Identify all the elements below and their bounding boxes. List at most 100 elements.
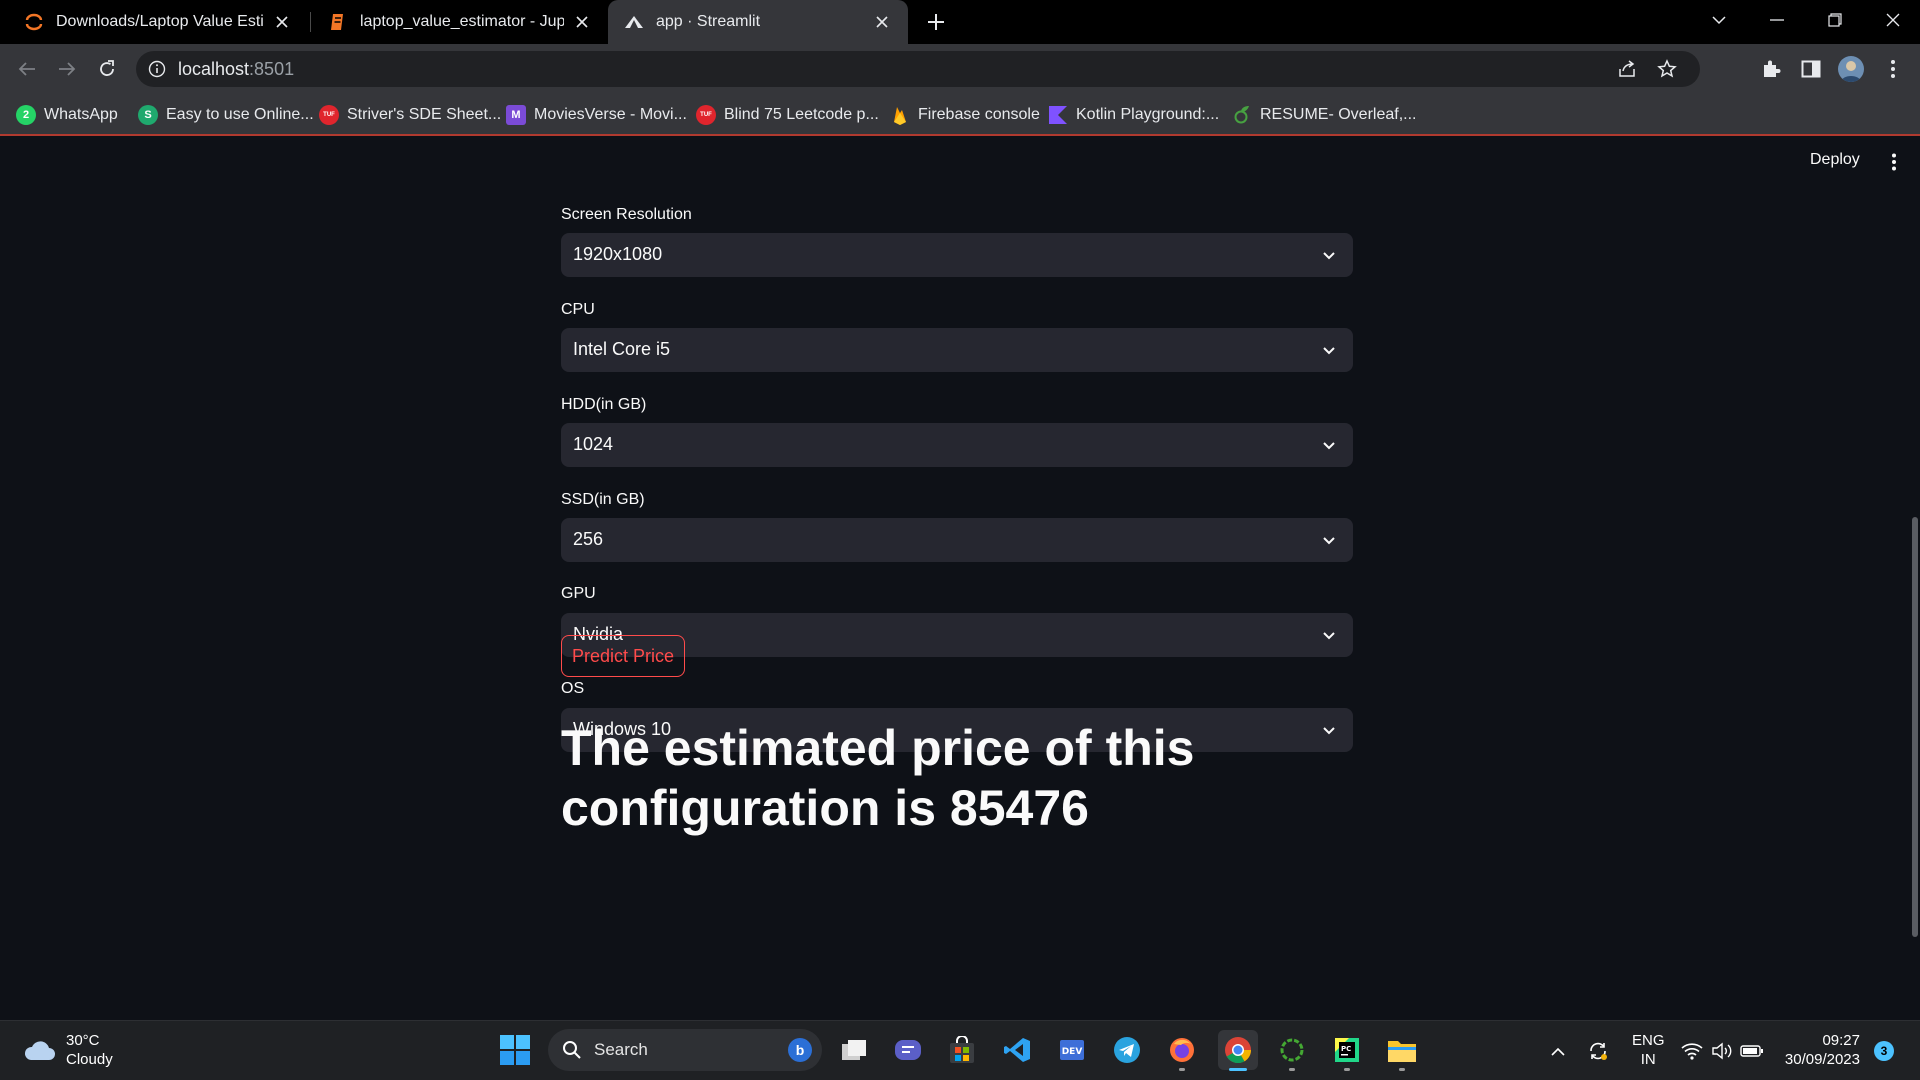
select-value: 256	[573, 529, 604, 549]
reload-icon	[100, 60, 114, 76]
cpu-select[interactable]: Intel Core i5	[561, 328, 1353, 372]
firefox-button[interactable]	[1162, 1030, 1202, 1071]
restore-icon	[1828, 13, 1842, 27]
search-icon	[563, 1041, 581, 1059]
bookmark-star-icon[interactable]	[1656, 58, 1678, 80]
teams-chat-button[interactable]	[888, 1030, 928, 1070]
show-hidden-icons-button[interactable]	[1546, 1039, 1570, 1063]
browser-toolbar: localhost:8501	[0, 44, 1920, 94]
close-tab-icon[interactable]	[572, 12, 592, 32]
bookmark-kotlin[interactable]: Kotlin Playground:...	[1048, 102, 1219, 128]
bookmark-label: MoviesVerse - Movi...	[534, 106, 687, 123]
estimated-price-heading: The estimated price of this configuratio…	[561, 718, 1461, 838]
restore-button[interactable]	[1806, 0, 1864, 40]
plus-icon	[928, 14, 944, 30]
taskbar-search[interactable]: Search b	[548, 1029, 822, 1071]
telegram-button[interactable]	[1107, 1030, 1147, 1070]
share-icon[interactable]	[1616, 58, 1638, 80]
sync-status-icon[interactable]	[1586, 1039, 1610, 1063]
bookmark-label: RESUME- Overleaf,...	[1260, 106, 1417, 123]
bookmark-whatsapp[interactable]: 2 WhatsApp	[16, 102, 118, 128]
bookmark-firebase[interactable]: Firebase console	[890, 102, 1040, 128]
chrome-button[interactable]	[1218, 1030, 1258, 1071]
close-icon	[1886, 13, 1900, 27]
tab-streamlit[interactable]: app · Streamlit	[608, 0, 908, 44]
bookmark-easy-to-use[interactable]: S Easy to use Online...	[138, 102, 314, 128]
anaconda-button[interactable]	[1272, 1030, 1312, 1071]
file-explorer-button[interactable]	[1382, 1030, 1422, 1071]
bookmark-moviesverse[interactable]: M MoviesVerse - Movi...	[506, 102, 687, 128]
anaconda-icon	[1280, 1038, 1304, 1062]
bookmark-overleaf[interactable]: RESUME- Overleaf,...	[1232, 102, 1416, 128]
extensions-icon[interactable]	[1758, 56, 1784, 82]
temperature: 30°C	[66, 1032, 100, 1049]
volume-icon[interactable]	[1710, 1039, 1734, 1063]
url-port: :8501	[249, 59, 295, 79]
pycharm-button[interactable]: PC	[1327, 1030, 1367, 1071]
svg-text:PC: PC	[1341, 1045, 1351, 1053]
start-button[interactable]	[500, 1035, 530, 1065]
reload-button[interactable]	[92, 54, 122, 84]
address-bar[interactable]: localhost:8501	[136, 51, 1700, 87]
task-view-button[interactable]	[834, 1030, 874, 1070]
side-panel-icon[interactable]	[1798, 56, 1824, 82]
input-language-indicator[interactable]: ENG IN	[1632, 1031, 1665, 1069]
bookmark-label: Blind 75 Leetcode p...	[724, 106, 879, 123]
telegram-icon	[1114, 1037, 1140, 1063]
devhome-button[interactable]: DEV	[1052, 1030, 1092, 1070]
bookmark-label: Kotlin Playground:...	[1076, 106, 1220, 123]
ssd-select[interactable]: 256	[561, 518, 1353, 562]
new-tab-button[interactable]	[922, 8, 950, 36]
bookmarks-bar: 2 WhatsApp S Easy to use Online... TUF S…	[0, 94, 1920, 136]
tab-jupyter-downloads[interactable]: Downloads/Laptop Value Estima	[8, 0, 308, 44]
tab-title: Downloads/Laptop Value Estima	[56, 13, 264, 30]
notification-badge[interactable]: 3	[1874, 1041, 1894, 1061]
vscode-icon	[1004, 1038, 1030, 1062]
jupyter-icon	[24, 12, 44, 32]
hdd-select[interactable]: 1024	[561, 423, 1353, 467]
deploy-button[interactable]: Deploy	[1810, 151, 1860, 169]
bookmark-label: WhatsApp	[44, 106, 118, 123]
profile-avatar[interactable]	[1838, 56, 1864, 82]
clock-date: 30/09/2023	[1784, 1051, 1860, 1068]
page-scrollbar[interactable]	[1912, 517, 1918, 937]
bookmark-strivers-sheet[interactable]: TUF Striver's SDE Sheet...	[319, 102, 501, 128]
forward-button[interactable]	[52, 54, 82, 84]
ssd-label: SSD(in GB)	[561, 491, 645, 508]
forward-arrow-icon	[59, 62, 76, 76]
weather-condition: Cloudy	[66, 1051, 113, 1068]
chrome-menu-icon[interactable]	[1880, 56, 1906, 82]
result-line-2: configuration is 85476	[561, 780, 1089, 836]
system-clock[interactable]: 09:27 30/09/2023	[1780, 1031, 1860, 1069]
chevron-down-icon	[1323, 442, 1335, 450]
bing-icon[interactable]: b	[788, 1038, 812, 1062]
url-text: localhost:8501	[178, 59, 294, 80]
back-button[interactable]	[12, 54, 42, 84]
wifi-icon[interactable]	[1680, 1039, 1704, 1063]
notebook-icon	[328, 12, 348, 32]
site-info-icon[interactable]	[148, 60, 166, 78]
close-window-button[interactable]	[1864, 0, 1920, 40]
main-menu-button[interactable]	[1884, 151, 1904, 173]
tab-title: app · Streamlit	[656, 13, 761, 30]
select-value: Intel Core i5	[573, 339, 671, 359]
battery-icon[interactable]	[1740, 1039, 1764, 1063]
region-code: IN	[1640, 1051, 1656, 1068]
pycharm-icon: PC	[1335, 1038, 1359, 1062]
predict-price-button[interactable]: Predict Price	[561, 635, 685, 677]
screen-resolution-select[interactable]: 1920x1080	[561, 233, 1353, 277]
chevron-down-icon	[1323, 347, 1335, 355]
vscode-button[interactable]	[997, 1030, 1037, 1070]
tab-search-button[interactable]	[1690, 0, 1748, 40]
os-label: OS	[561, 680, 585, 697]
microsoft-store-button[interactable]	[942, 1030, 982, 1070]
minimize-button[interactable]	[1748, 0, 1806, 40]
bookmark-blind-75[interactable]: TUF Blind 75 Leetcode p...	[696, 102, 879, 128]
chevron-down-icon	[1323, 252, 1335, 260]
svg-text:DEV: DEV	[1062, 1047, 1083, 1057]
tab-jupyter-notebook[interactable]: laptop_value_estimator - Jupyter	[312, 0, 608, 44]
weather-widget[interactable]: 30°C Cloudy	[22, 1031, 113, 1069]
close-tab-icon[interactable]	[872, 12, 892, 32]
url-host: localhost	[178, 59, 250, 79]
close-tab-icon[interactable]	[272, 12, 292, 32]
